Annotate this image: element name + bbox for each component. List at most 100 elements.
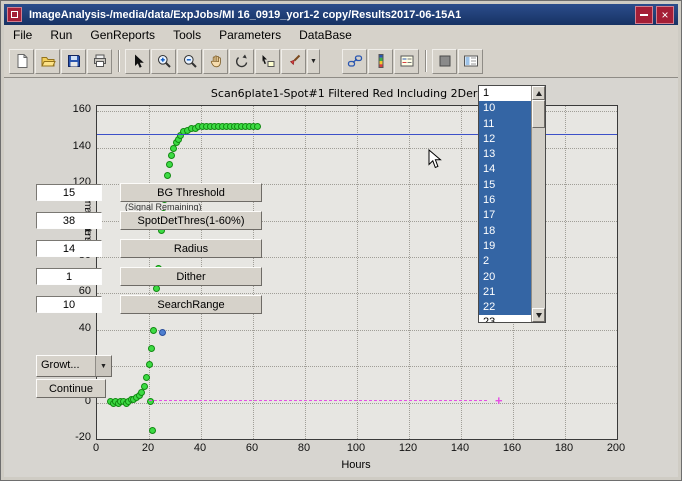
close-button[interactable]: × (656, 6, 674, 24)
dither-button[interactable]: Dither (120, 267, 262, 286)
y-tick-label: 140 (39, 140, 91, 152)
listbox-item[interactable]: 1 (479, 86, 532, 101)
listbox-item[interactable]: 10 (479, 101, 532, 116)
growth-dropdown[interactable]: Growt... ▼ (36, 355, 112, 377)
growth-curve-points-point (153, 285, 160, 292)
listbox-item[interactable]: 2 (479, 254, 532, 269)
chevron-down-icon[interactable]: ▼ (95, 356, 111, 376)
insert-legend-icon[interactable] (394, 49, 419, 74)
brush-dropdown-caret-icon[interactable]: ▼ (307, 49, 320, 74)
x-tick-label: 180 (544, 442, 584, 454)
spotdetthres-input[interactable] (36, 212, 102, 229)
listbox-scrollbar[interactable] (531, 86, 545, 322)
window-title: ImageAnalysis-/media/data/ExpJobs/MI 16_… (22, 9, 635, 21)
y-gridline (97, 330, 617, 331)
x-gridline (357, 106, 358, 439)
toolbar-separator (425, 50, 427, 72)
new-file-icon[interactable] (9, 49, 34, 74)
rotate-3d-icon[interactable] (229, 49, 254, 74)
figure-area: Scan6plate1-Spot#1 Filtered Red Includin… (4, 78, 678, 477)
zoom-out-icon[interactable] (177, 49, 202, 74)
toolbar-separator (118, 50, 120, 72)
menu-database[interactable]: DataBase (290, 26, 361, 44)
searchrange-input[interactable] (36, 296, 102, 313)
listbox-item[interactable]: 11 (479, 117, 532, 132)
x-tick-label: 40 (180, 442, 220, 454)
menubar: File Run GenReports Tools Parameters Dat… (4, 25, 678, 45)
x-axis-label: Hours (96, 459, 616, 471)
listbox-item[interactable]: 18 (479, 224, 532, 239)
y-gridline (97, 403, 617, 404)
listbox-item[interactable]: 20 (479, 270, 532, 285)
minimize-button[interactable] (635, 6, 653, 24)
outlier-points-point (149, 427, 156, 434)
spotdetthres-button[interactable]: SpotDetThres(1-60%) (120, 211, 262, 230)
growth-curve-points-point (148, 345, 155, 352)
menu-file[interactable]: File (4, 26, 41, 44)
window-buttons: × (635, 6, 674, 24)
listbox-item[interactable]: 15 (479, 178, 532, 193)
listbox-item[interactable]: 22 (479, 300, 532, 315)
scroll-down-icon[interactable] (532, 308, 545, 322)
growth-curve-points-point (168, 152, 175, 159)
growth-curve-points-point (146, 361, 153, 368)
open-folder-icon[interactable] (35, 49, 60, 74)
listbox-item[interactable]: 23 (479, 315, 532, 322)
x-tick-label: 0 (76, 442, 116, 454)
x-tick-label: 100 (336, 442, 376, 454)
pointer-icon[interactable] (125, 49, 150, 74)
dither-input[interactable] (36, 268, 102, 285)
link-plot-icon[interactable] (342, 49, 367, 74)
save-icon[interactable] (61, 49, 86, 74)
y-tick-label: 160 (39, 103, 91, 115)
spot-listbox[interactable]: 110111213141516171819220212223 (478, 85, 546, 323)
listbox-item[interactable]: 12 (479, 132, 532, 147)
continue-button[interactable]: Continue (36, 379, 106, 398)
listbox-item[interactable]: 14 (479, 162, 532, 177)
menu-tools[interactable]: Tools (164, 26, 210, 44)
minimize-icon (640, 14, 648, 16)
menu-genreports[interactable]: GenReports (81, 26, 164, 44)
bg-threshold-button[interactable]: BG Threshold (120, 183, 262, 202)
show-plot-tools-icon[interactable] (458, 49, 483, 74)
listbox-item[interactable]: 13 (479, 147, 532, 162)
outlier-points-point (147, 398, 154, 405)
x-gridline (409, 106, 410, 439)
zoom-in-icon[interactable] (151, 49, 176, 74)
window-menu-icon[interactable] (7, 7, 22, 22)
mouse-cursor-icon (428, 149, 442, 175)
radius-input[interactable] (36, 240, 102, 257)
menu-run[interactable]: Run (41, 26, 81, 44)
x-tick-label: 160 (492, 442, 532, 454)
listbox-item[interactable]: 19 (479, 239, 532, 254)
growth-curve-points-point (150, 327, 157, 334)
hide-plot-tools-icon[interactable] (432, 49, 457, 74)
x-tick-label: 60 (232, 442, 272, 454)
scroll-up-icon[interactable] (532, 86, 545, 100)
menu-parameters[interactable]: Parameters (210, 26, 290, 44)
brush-icon[interactable] (281, 49, 306, 74)
listbox-item[interactable]: 16 (479, 193, 532, 208)
scrollbar-thumb[interactable] (532, 100, 545, 128)
toolbar: ▼ (4, 45, 678, 78)
app-window: ImageAnalysis-/media/data/ExpJobs/MI 16_… (0, 0, 682, 481)
x-gridline (565, 106, 566, 439)
x-tick-label: 200 (596, 442, 636, 454)
listbox-item[interactable]: 17 (479, 208, 532, 223)
searchrange-button[interactable]: SearchRange (120, 295, 262, 314)
bg-threshold-input[interactable] (36, 184, 102, 201)
x-tick-label: 120 (388, 442, 428, 454)
x-tick-label: 20 (128, 442, 168, 454)
x-tick-label: 80 (284, 442, 324, 454)
baseline-dashed-line (149, 400, 487, 401)
x-gridline (305, 106, 306, 439)
data-cursor-icon[interactable] (255, 49, 280, 74)
print-icon[interactable] (87, 49, 112, 74)
radius-button[interactable]: Radius (120, 239, 262, 258)
growth-curve-points-point (164, 172, 171, 179)
baseline-end-marker: + (495, 394, 503, 407)
listbox-item[interactable]: 21 (479, 285, 532, 300)
insert-colorbar-icon[interactable] (368, 49, 393, 74)
pan-hand-icon[interactable] (203, 49, 228, 74)
growth-curve-points-point (166, 161, 173, 168)
